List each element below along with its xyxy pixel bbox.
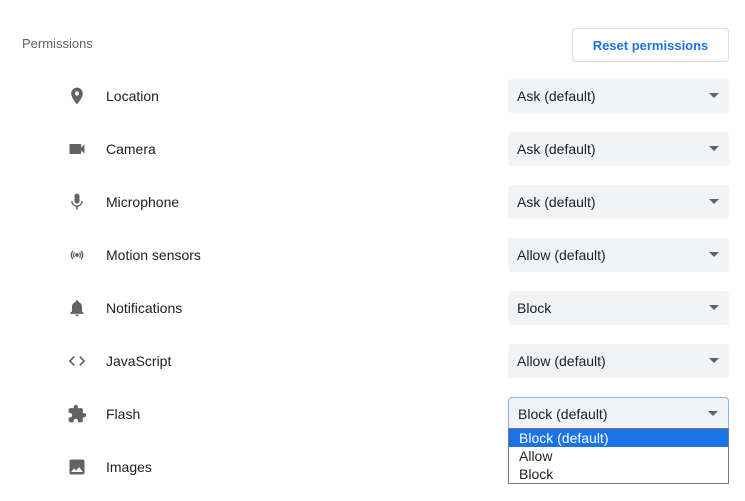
permission-row-notifications: Notifications Block	[0, 281, 745, 334]
motion-sensors-select[interactable]: Allow (default)	[508, 237, 729, 272]
chevron-down-icon	[709, 357, 719, 363]
chevron-down-icon	[709, 304, 719, 310]
javascript-select[interactable]: Allow (default)	[508, 343, 729, 378]
permission-row-microphone: Microphone Ask (default)	[0, 175, 745, 228]
permission-label-camera: Camera	[106, 140, 156, 157]
permission-row-location: Location Ask (default)	[0, 69, 745, 122]
permission-label-javascript: JavaScript	[106, 352, 172, 369]
permission-label-notifications: Notifications	[106, 299, 183, 316]
permission-row-motion-sensors: Motion sensors Allow (default)	[0, 228, 745, 281]
permission-label-motion-sensors: Motion sensors	[106, 246, 201, 263]
flash-option-block-default[interactable]: Block (default)	[509, 429, 728, 447]
javascript-select-value: Allow (default)	[517, 352, 606, 369]
camera-select-value: Ask (default)	[517, 140, 596, 157]
location-select[interactable]: Ask (default)	[508, 78, 729, 113]
microphone-select[interactable]: Ask (default)	[508, 184, 729, 219]
chevron-down-icon	[709, 198, 719, 204]
code-icon	[65, 349, 89, 373]
notifications-select[interactable]: Block	[508, 290, 729, 325]
reset-permissions-button[interactable]: Reset permissions	[572, 28, 729, 62]
permission-label-flash: Flash	[106, 405, 141, 422]
motion-sensors-select-value: Allow (default)	[517, 246, 606, 263]
image-icon	[65, 455, 89, 479]
chevron-down-icon	[709, 92, 719, 98]
permission-label-images: Images	[106, 458, 152, 475]
chevron-down-icon	[709, 145, 719, 151]
flash-select[interactable]: Block (default)	[508, 396, 729, 431]
permission-label-microphone: Microphone	[106, 193, 180, 210]
chevron-down-icon	[708, 410, 718, 416]
permission-label-location: Location	[106, 87, 159, 104]
site-settings-permissions: Permissions Reset permissions Location A…	[0, 0, 745, 501]
permission-row-javascript: JavaScript Allow (default)	[0, 334, 745, 387]
location-pin-icon	[65, 84, 89, 108]
microphone-icon	[65, 190, 89, 214]
microphone-select-value: Ask (default)	[517, 193, 596, 210]
flash-dropdown-list: Block (default) Allow Block	[508, 428, 729, 484]
motion-sensors-icon	[65, 243, 89, 267]
notifications-select-value: Block	[517, 299, 552, 316]
permissions-section-title: Permissions	[22, 36, 93, 51]
bell-icon	[65, 296, 89, 320]
flash-select-value: Block (default)	[518, 405, 608, 422]
flash-option-block[interactable]: Block	[509, 465, 728, 483]
permission-row-camera: Camera Ask (default)	[0, 122, 745, 175]
flash-option-allow[interactable]: Allow	[509, 447, 728, 465]
location-select-value: Ask (default)	[517, 87, 596, 104]
puzzle-icon	[65, 402, 89, 426]
chevron-down-icon	[709, 251, 719, 257]
camera-select[interactable]: Ask (default)	[508, 131, 729, 166]
camera-icon	[65, 137, 89, 161]
